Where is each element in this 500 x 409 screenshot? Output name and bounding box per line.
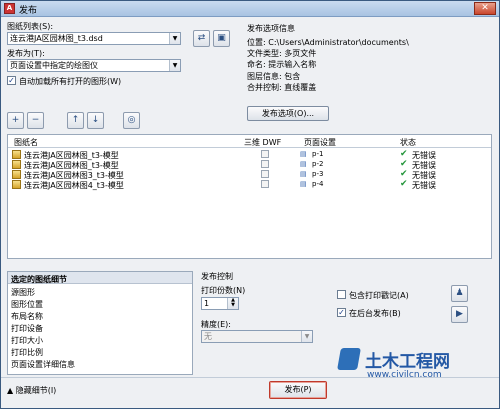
- include-stamp-checkbox[interactable]: [337, 290, 346, 299]
- header-divider: [8, 147, 491, 148]
- page-setup-icon: ▤: [300, 170, 307, 178]
- background-publish-checkbox[interactable]: ✓: [337, 308, 346, 317]
- 3d-dwf-checkbox[interactable]: [261, 180, 269, 188]
- preview-button[interactable]: ◎: [123, 112, 140, 129]
- app-icon: A: [4, 3, 15, 14]
- copies-label: 打印份数(N): [201, 286, 246, 295]
- copies-value: 1: [204, 299, 210, 308]
- publish-to-value: 页面设置中指定的绘图仪: [10, 61, 98, 70]
- hide-details-label: 隐藏细节(I): [15, 386, 57, 395]
- sheet-icon: [12, 170, 21, 179]
- background-settings-button[interactable]: ▶: [451, 306, 468, 323]
- auto-load-label: 自动加载所有打开的图形(W): [19, 77, 122, 86]
- details-item: 图形位置: [11, 300, 43, 309]
- page-setup-value[interactable]: p-2: [312, 160, 323, 168]
- page-setup-icon: ▤: [300, 180, 307, 188]
- stamp-icon: ♟: [455, 288, 464, 298]
- folder-icon: ⇄: [197, 33, 206, 43]
- sheets-table: 图纸名 三维 DWF 页面设置 状态 连云港JA区园林图_t3-模型 ▤ p-1…: [7, 134, 492, 259]
- sheet-icon: [12, 180, 21, 189]
- sheet-name: 连云港JA区园林图4_t3-模型: [24, 181, 124, 190]
- move-up-button[interactable]: ↑: [67, 112, 84, 129]
- table-row[interactable]: 连云港JA区园林图3_t3-模型 ▤ p-3 ✔ 无错误: [8, 169, 491, 180]
- remove-sheets-button[interactable]: −: [27, 112, 44, 129]
- details-item: 打印大小: [11, 336, 43, 345]
- watermark-title: 土木工程网: [365, 352, 450, 372]
- page-setup-value[interactable]: p-1: [312, 150, 323, 158]
- preview-icon: ◎: [127, 115, 136, 125]
- details-item: 打印设备: [11, 324, 43, 333]
- sheet-list-label: 图纸列表(S):: [7, 22, 54, 31]
- details-item: 源图形: [11, 288, 35, 297]
- table-row[interactable]: 连云港JA区园林图4_t3-模型 ▤ p-4 ✔ 无错误: [8, 179, 491, 190]
- include-stamp-label: 包含打印戳记(A): [349, 291, 409, 300]
- info-naming: 命名: 提示输入名称: [247, 60, 317, 69]
- info-layer: 图层信息: 包含: [247, 72, 301, 81]
- table-row[interactable]: 连云港JA区园林图_t3-模型 ▤ p-1 ✔ 无错误: [8, 149, 491, 160]
- stamp-settings-button[interactable]: ♟: [451, 285, 468, 302]
- precision-combo[interactable]: 无 ▼: [201, 330, 313, 343]
- sheet-list-combo[interactable]: 连云港JA区园林图_t3.dsd ▼: [7, 32, 181, 45]
- load-sheet-list-button[interactable]: ⇄: [193, 30, 210, 47]
- save-icon: ▣: [217, 33, 226, 43]
- info-file-type: 文件类型: 多页文件: [247, 49, 317, 58]
- status-text: 无错误: [412, 181, 436, 190]
- copies-stepper[interactable]: 1 ▲ ▼: [201, 297, 239, 310]
- 3d-dwf-checkbox[interactable]: [261, 170, 269, 178]
- check-icon: ✔: [400, 149, 408, 159]
- publish-control-title: 发布控制: [201, 272, 233, 281]
- 3d-dwf-checkbox[interactable]: [261, 150, 269, 158]
- check-icon: ✔: [400, 179, 408, 189]
- publish-to-label: 发布为(T):: [7, 49, 45, 58]
- auto-load-checkbox[interactable]: ✓: [7, 76, 16, 85]
- save-sheet-list-button[interactable]: ▣: [213, 30, 230, 47]
- publish-options-button[interactable]: 发布选项(O)...: [247, 106, 329, 121]
- table-row[interactable]: 连云港JA区园林图_t3-模型 ▤ p-2 ✔ 无错误: [8, 159, 491, 170]
- watermark-logo: [337, 348, 361, 370]
- remove-sheets-icon: −: [31, 115, 40, 125]
- move-down-button[interactable]: ↓: [87, 112, 104, 129]
- chevron-down-icon[interactable]: ▼: [301, 331, 312, 342]
- details-panel: 选定的图纸细节 源图形 图形位置 布局名称 打印设备 打印大小 打印比例 页面设…: [7, 271, 193, 375]
- publish-to-combo[interactable]: 页面设置中指定的绘图仪 ▼: [7, 59, 181, 72]
- sheet-icon: [12, 160, 21, 169]
- add-sheets-icon: +: [11, 115, 20, 125]
- 3d-dwf-checkbox[interactable]: [261, 160, 269, 168]
- page-setup-value[interactable]: p-4: [312, 180, 323, 188]
- add-sheets-button[interactable]: +: [7, 112, 24, 129]
- title-bar: A 发布 ✕: [1, 1, 499, 17]
- close-button[interactable]: ✕: [474, 2, 496, 15]
- details-item: 页面设置详细信息: [11, 360, 75, 369]
- info-title: 发布选项信息: [247, 24, 295, 33]
- background-publish-label: 在后台发布(B): [349, 309, 401, 318]
- info-location: 位置: C:\Users\Administrator\documents\: [247, 38, 409, 47]
- precision-value: 无: [204, 332, 212, 341]
- publish-dialog: A 发布 ✕ 图纸列表(S): 连云港JA区园林图_t3.dsd ▼ ⇄ ▣ 发…: [0, 0, 500, 409]
- settings-icon: ▶: [456, 309, 463, 319]
- check-icon: ✔: [400, 159, 408, 169]
- check-icon: ✔: [400, 169, 408, 179]
- spin-icon[interactable]: ▲ ▼: [227, 298, 238, 309]
- arrow-up-icon: ↑: [71, 115, 80, 125]
- precision-label: 精度(E):: [201, 320, 231, 329]
- watermark-url: www.civilcn.com: [367, 370, 442, 380]
- chevron-down-icon[interactable]: ▼: [169, 33, 180, 44]
- details-title: 选定的图纸细节: [11, 275, 67, 284]
- details-item: 布局名称: [11, 312, 43, 321]
- page-setup-icon: ▤: [300, 160, 307, 168]
- collapse-icon: ▲: [7, 386, 14, 395]
- details-item: 打印比例: [11, 348, 43, 357]
- page-setup-icon: ▤: [300, 150, 307, 158]
- info-merge: 合并控制: 直线覆盖: [247, 83, 317, 92]
- hide-details-toggle[interactable]: ▲ 隐藏细节(I): [7, 385, 56, 396]
- page-setup-value[interactable]: p-3: [312, 170, 323, 178]
- publish-button[interactable]: 发布(P): [269, 381, 327, 399]
- arrow-down-icon: ↓: [91, 115, 100, 125]
- sheet-list-value: 连云港JA区园林图_t3.dsd: [10, 34, 103, 43]
- chevron-down-icon[interactable]: ▼: [169, 60, 180, 71]
- window-title: 发布: [19, 6, 38, 16]
- sheet-icon: [12, 150, 21, 159]
